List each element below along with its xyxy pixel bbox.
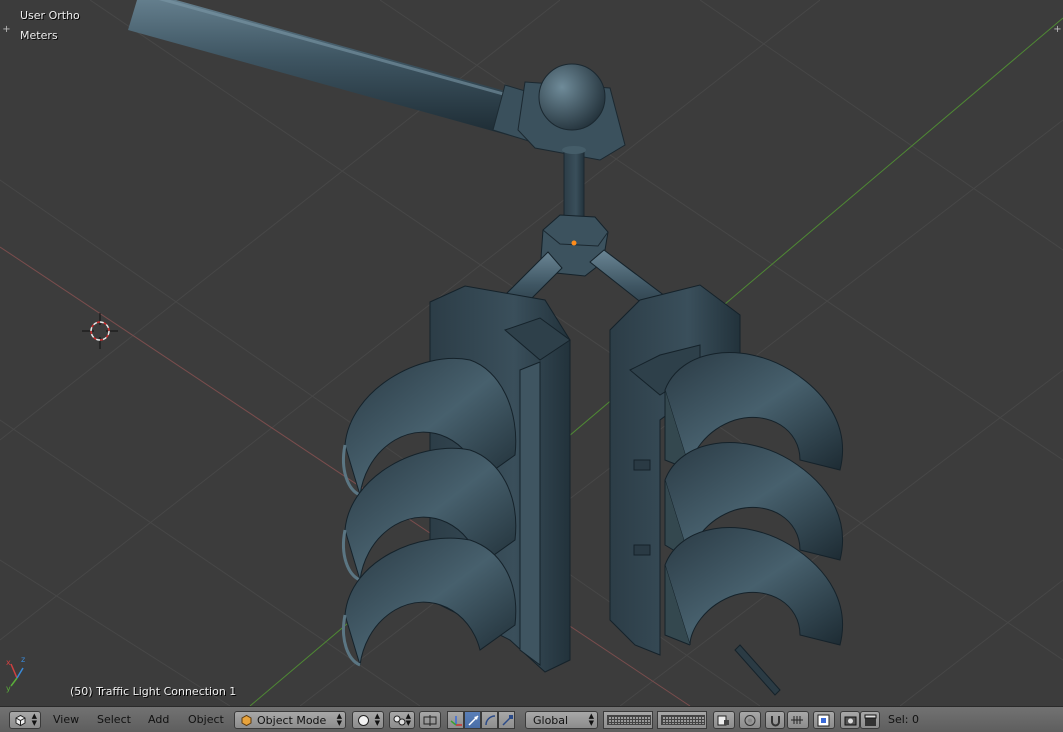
solid-sphere-icon: [358, 715, 369, 726]
updown-arrows-icon: ▲ ▼: [588, 712, 594, 727]
view-name-label: User Ortho: [20, 9, 80, 22]
translate-manipulator-button[interactable]: [464, 711, 481, 729]
updown-arrows-icon: ▲ ▼: [31, 712, 37, 727]
proportional-edit-button[interactable]: [739, 711, 761, 729]
region-expand-right-icon[interactable]: +: [1053, 25, 1062, 35]
cube-icon: [15, 714, 26, 727]
updown-arrows-icon: ▲ ▼: [405, 712, 411, 727]
editor-type-selector[interactable]: ▲ ▼: [9, 711, 41, 729]
object-origin: [571, 240, 577, 246]
manipulate-center-button[interactable]: [419, 711, 441, 729]
orientation-label: Global: [533, 714, 569, 727]
axis-gizmo: z x y: [6, 655, 25, 693]
3d-cursor[interactable]: [82, 313, 118, 349]
traffic-light-arm[interactable]: [128, 0, 626, 226]
menu-add[interactable]: Add: [145, 711, 172, 729]
snap-target-selector[interactable]: [813, 711, 835, 729]
manipulate-center-icon: [423, 715, 437, 726]
selection-count-label: Sel: 0: [888, 713, 920, 726]
layer-grid-icon: [607, 715, 651, 725]
units-label: Meters: [20, 29, 58, 42]
render-animation-button[interactable]: [860, 711, 880, 729]
lock-layer-button[interactable]: [713, 711, 735, 729]
proportional-edit-icon: [744, 715, 756, 726]
snap-increment-icon: [791, 716, 803, 724]
pivot-point-selector[interactable]: ▲ ▼: [389, 711, 415, 729]
transform-orientation-selector[interactable]: Global ▲ ▼: [525, 711, 598, 729]
layer-grid-icon: [661, 715, 705, 725]
menu-view[interactable]: View: [50, 711, 82, 729]
svg-text:y: y: [6, 684, 11, 693]
viewport-shading-selector[interactable]: ▲ ▼: [352, 711, 384, 729]
manipulator-group: [447, 711, 515, 729]
snap-target-icon: [817, 714, 830, 727]
updown-arrows-icon: ▲ ▼: [336, 712, 342, 727]
menu-object[interactable]: Object: [185, 711, 227, 729]
render-still-icon: [844, 716, 857, 726]
rotate-manipulator-button[interactable]: [481, 711, 498, 729]
region-expand-left-icon[interactable]: +: [2, 25, 11, 35]
3d-viewport[interactable]: z x y User Ortho Meters (50) Traffic Lig…: [0, 0, 1063, 706]
right-signal-head[interactable]: [609, 284, 844, 696]
left-signal-head[interactable]: [342, 285, 571, 673]
scene-canvas[interactable]: z x y: [0, 0, 1063, 706]
scale-icon: [502, 715, 513, 726]
svg-text:x: x: [6, 658, 11, 667]
object-mode-icon: [241, 714, 252, 727]
lock-layer-icon: [717, 715, 729, 726]
layer-grid-left[interactable]: [603, 711, 653, 729]
layers-1-10[interactable]: [603, 711, 653, 729]
render-still-button[interactable]: [840, 711, 860, 729]
snap-element-selector[interactable]: [787, 711, 809, 729]
translate-icon: [468, 715, 479, 726]
snap-toggle-button[interactable]: [765, 711, 785, 729]
mode-label: Object Mode: [257, 714, 327, 727]
svg-text:z: z: [21, 655, 25, 664]
object-info-label: (50) Traffic Light Connection 1: [70, 685, 237, 698]
layer-grid-right[interactable]: [657, 711, 707, 729]
pivot-median-icon: [393, 715, 406, 726]
mode-selector[interactable]: Object Mode ▲ ▼: [234, 711, 346, 729]
magnet-icon: [771, 716, 780, 727]
updown-arrows-icon: ▲ ▼: [374, 712, 380, 727]
render-animation-icon: [864, 714, 877, 726]
left-visor-bottom: [342, 537, 517, 667]
manipulator-toggle-button[interactable]: [447, 711, 464, 729]
3d-view-header: ▲ ▼ View Select Add Object Object Mode ▲ ▼…: [0, 706, 1063, 732]
rotate-icon: [485, 715, 496, 726]
menu-select[interactable]: Select: [94, 711, 134, 729]
scale-manipulator-button[interactable]: [498, 711, 515, 729]
manipulator-toggle-icon: [450, 716, 462, 726]
layers-11-20[interactable]: [657, 711, 707, 729]
